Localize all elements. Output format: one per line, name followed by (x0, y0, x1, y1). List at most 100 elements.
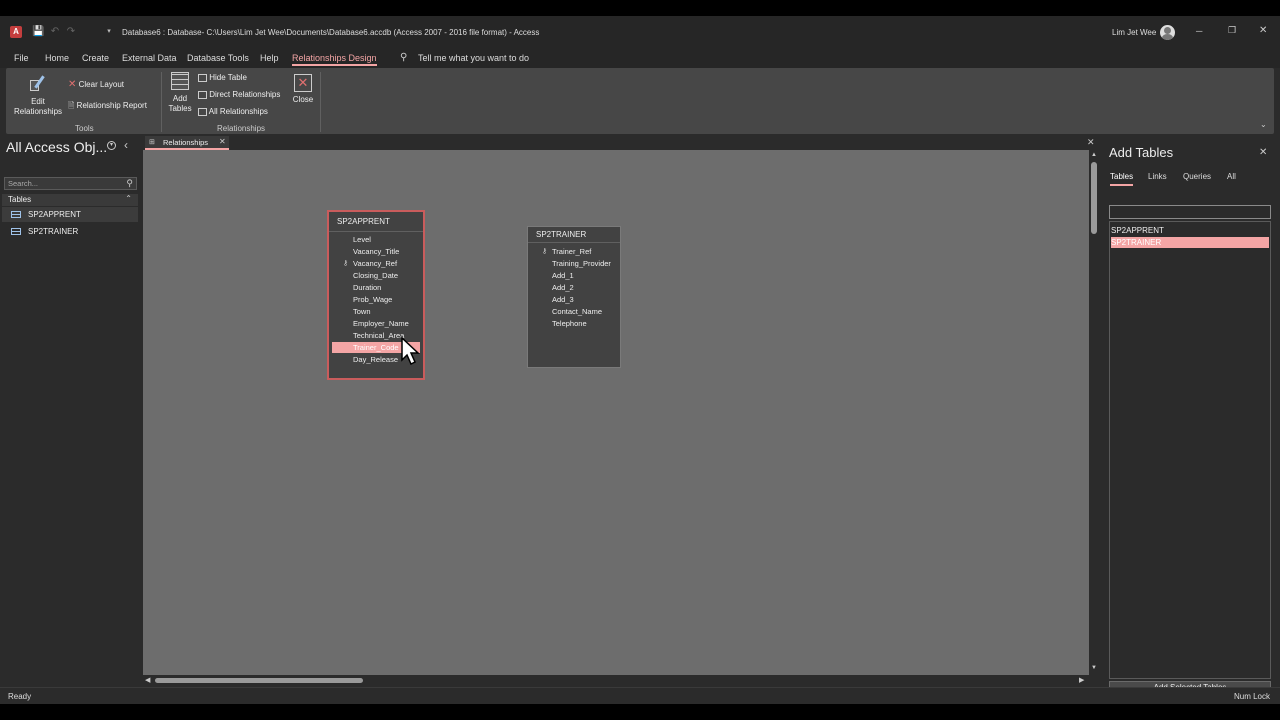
add-tables-pane: Add Tables ✕ Tables Links Queries All SP… (1101, 135, 1280, 695)
tab-all[interactable]: All (1227, 172, 1236, 181)
field-row[interactable]: Prob_Wage (332, 294, 392, 305)
field-row[interactable]: Duration (332, 282, 381, 293)
ribbon-separator (161, 72, 162, 132)
field-row[interactable]: Telephone (531, 318, 587, 329)
tab-tables[interactable]: Tables (1110, 172, 1134, 186)
hide-table-button[interactable]: Hide Table (198, 73, 247, 82)
nav-title[interactable]: All Access Obj... (6, 139, 107, 155)
tab-database-tools[interactable]: Database Tools (187, 53, 249, 63)
field-row[interactable]: ⚷ Trainer_Ref (531, 246, 591, 257)
close-document-icon[interactable]: ✕ (1087, 137, 1095, 148)
customize-toolbar-icon[interactable]: ▾ (104, 27, 114, 37)
tab-create[interactable]: Create (82, 53, 109, 63)
avatar[interactable] (1160, 25, 1175, 40)
nav-search-input[interactable]: Search... ⚲ (4, 177, 137, 190)
scroll-thumb[interactable] (1091, 162, 1097, 234)
access-icon: A (10, 26, 22, 38)
tab-help[interactable]: Help (260, 53, 279, 63)
all-relationships-button[interactable]: All Relationships (198, 107, 268, 116)
tab-external-data[interactable]: External Data (122, 53, 177, 63)
minimize-icon[interactable]: ─ (1196, 26, 1202, 36)
field-row[interactable]: Add_3 (531, 294, 574, 305)
field-row[interactable]: Contact_Name (531, 306, 602, 317)
clear-layout-icon: ✕ (68, 79, 77, 90)
group-relationships-label: Relationships (217, 124, 266, 133)
num-lock-indicator: Num Lock (1233, 692, 1270, 701)
ribbon-tabs: File Home Create External Data Database … (0, 48, 1280, 68)
tab-home[interactable]: Home (45, 53, 69, 63)
status-bar: Ready Num Lock (0, 687, 1280, 704)
close-relationships-button[interactable]: ✕ Close (288, 74, 318, 105)
mouse-cursor-icon (401, 336, 420, 366)
scroll-left-icon[interactable]: ◀ (145, 676, 150, 684)
table-sp2trainer[interactable]: SP2TRAINER ⚷ Trainer_Ref Training_Provid… (527, 226, 621, 368)
title-bar: A 💾 ↶ ↷ ▾ Database6 : Database- C:\Users… (0, 16, 1280, 48)
clear-layout-button[interactable]: ✕ Clear Layout (68, 79, 124, 90)
nav-item-sp2apprent[interactable]: SP2APPRENT (2, 207, 138, 222)
chevron-up-icon: ⌃ (125, 194, 132, 203)
field-row[interactable]: Technical_Area (332, 330, 404, 341)
tables-list[interactable]: SP2APPRENT SP2TRAINER (1109, 221, 1271, 679)
field-row[interactable]: Add_1 (531, 270, 574, 281)
pane-title: Add Tables (1109, 145, 1174, 160)
user-name[interactable]: Lim Jet Wee (1112, 28, 1156, 37)
close-icon[interactable]: ✕ (1259, 25, 1267, 36)
group-tools-label: Tools (75, 124, 94, 133)
nav-item-sp2trainer[interactable]: SP2TRAINER (2, 224, 138, 239)
status-text: Ready (8, 692, 32, 701)
nav-section-header[interactable]: Tables ⌃ (2, 194, 138, 206)
field-row[interactable]: Town (332, 306, 371, 317)
tab-relationships-design[interactable]: Relationships Design (292, 53, 377, 66)
scroll-right-icon[interactable]: ▶ (1079, 676, 1084, 684)
save-icon[interactable]: 💾 (32, 27, 44, 37)
collapse-ribbon-icon[interactable]: ⌄ (1260, 120, 1267, 129)
relationship-report-button[interactable]: 🗎 Relationship Report (68, 100, 147, 114)
hide-table-icon (198, 73, 207, 82)
table-icon (11, 228, 21, 235)
list-item-selected[interactable]: SP2TRAINER (1111, 237, 1269, 248)
access-window: A 💾 ↶ ↷ ▾ Database6 : Database- C:\Users… (0, 16, 1280, 704)
undo-icon[interactable]: ↶ (50, 27, 60, 37)
restore-icon[interactable]: ❐ (1228, 25, 1236, 36)
tab-close-icon[interactable]: ✕ (219, 137, 226, 146)
tell-me-search[interactable]: Tell me what you want to do (418, 53, 529, 63)
field-row[interactable]: Employer_Name (332, 318, 409, 329)
shutter-bar-icon[interactable]: ‹ (124, 138, 128, 152)
field-row[interactable]: Add_2 (531, 282, 574, 293)
scroll-down-icon[interactable]: ▼ (1091, 665, 1097, 671)
tab-relationships[interactable]: ⊞ Relationships ✕ (145, 136, 229, 150)
nav-search-placeholder: Search... (8, 179, 39, 188)
vertical-scrollbar[interactable]: ▲ ▼ (1089, 150, 1100, 675)
direct-relationships-icon (198, 90, 207, 99)
tab-links[interactable]: Links (1148, 172, 1167, 181)
table-filter-input[interactable] (1109, 205, 1271, 219)
report-icon: 🗎 (68, 101, 75, 110)
key-icon: ⚷ (542, 248, 548, 255)
field-row[interactable]: Level (332, 234, 371, 245)
field-row[interactable]: Day_Release (332, 354, 398, 365)
field-row[interactable]: Closing_Date (332, 270, 398, 281)
search-icon[interactable]: ⚲ (400, 52, 407, 63)
horizontal-scrollbar[interactable]: ◀ ▶ (143, 675, 1089, 686)
field-row[interactable]: ⚷ Vacancy_Ref (332, 258, 397, 269)
scroll-up-icon[interactable]: ▲ (1091, 152, 1097, 158)
relationships-icon: ⊞ (149, 139, 155, 146)
edit-relationships-icon (28, 74, 48, 94)
table-title[interactable]: SP2TRAINER (528, 227, 620, 243)
add-tables-button[interactable]: Add Tables (166, 72, 194, 114)
edit-relationships-button[interactable]: Edit Relationships (12, 74, 64, 117)
tab-file[interactable]: File (14, 53, 29, 63)
relationships-canvas[interactable]: SP2APPRENT Level Vacancy_Title ⚷ Vacancy… (143, 150, 1089, 675)
redo-icon[interactable]: ↷ (66, 27, 76, 37)
field-row[interactable]: Vacancy_Title (332, 246, 399, 257)
key-icon: ⚷ (343, 260, 349, 267)
table-title[interactable]: SP2APPRENT (329, 212, 423, 232)
scroll-thumb[interactable] (155, 678, 363, 683)
search-icon: ⚲ (126, 178, 133, 188)
pane-close-icon[interactable]: ✕ (1259, 147, 1267, 158)
field-row[interactable]: Training_Provider (531, 258, 611, 269)
list-item[interactable]: SP2APPRENT (1111, 225, 1269, 236)
nav-menu-icon[interactable]: ▾ (107, 141, 116, 150)
direct-relationships-button[interactable]: Direct Relationships (198, 90, 280, 99)
tab-queries[interactable]: Queries (1183, 172, 1211, 181)
